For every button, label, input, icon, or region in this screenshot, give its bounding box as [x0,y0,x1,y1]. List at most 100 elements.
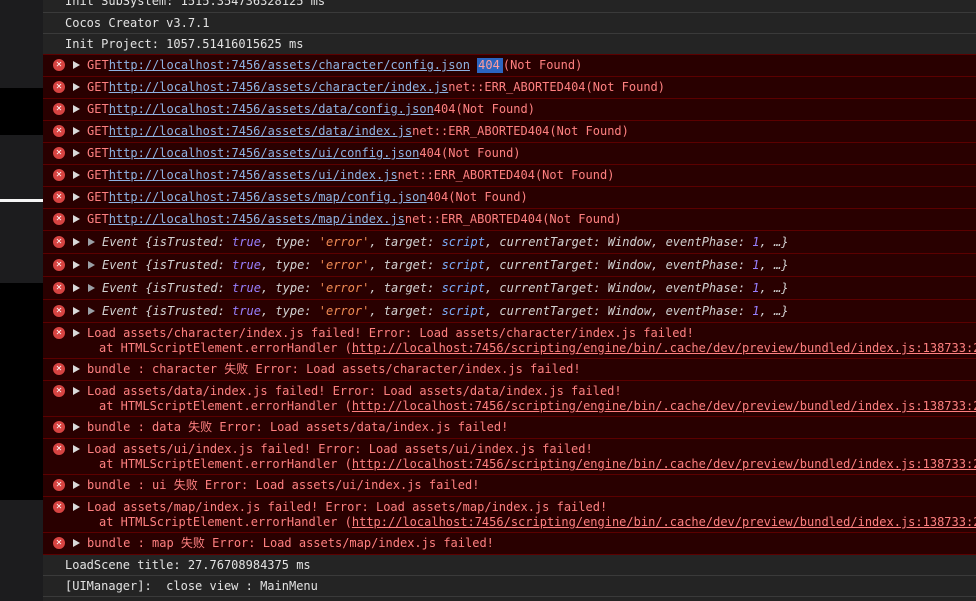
request-url-link[interactable]: http://localhost:7456/assets/map/index.j… [109,212,405,227]
expand-triangle-icon[interactable] [73,423,80,431]
event-token: , …} [759,258,789,272]
status-code: 404 [520,212,543,226]
request-url-link[interactable]: http://localhost:7456/assets/ui/config.j… [109,146,420,161]
stack-trace-line: at HTMLScriptElement.errorHandler (http:… [99,341,976,356]
event-token: , type: [260,258,319,272]
expand-triangle-icon[interactable] [73,387,80,395]
expand-triangle-icon[interactable] [73,127,80,135]
event-token: Event {isTrusted: [102,304,233,318]
request-url-link[interactable]: http://localhost:7456/assets/character/i… [109,80,449,95]
error-circle-x-icon: ✕ [53,59,65,71]
load-error-line1: Load assets/map/index.js failed! Error: … [87,500,608,514]
console-bundle-error-row: ✕ bundle : ui 失败 Error: Load assets/ui/in… [43,474,976,496]
expand-triangle-icon[interactable] [73,284,80,292]
console-info-text: Init SubSystem: 1515.354736328125 ms [65,0,326,8]
expand-triangle-icon[interactable] [73,149,80,157]
console-event-error-row: ✕ Event {isTrusted: true, type: 'error', … [43,276,976,299]
request-url-link[interactable]: http://localhost:7456/assets/character/c… [109,58,470,73]
console-info-text: [UIManager]: close view : MainMenu [65,579,318,593]
request-url-link[interactable]: http://localhost:7456/assets/ui/index.js [109,168,398,183]
expand-triangle-icon[interactable] [73,171,80,179]
game-viewport-strip [0,0,43,601]
request-url-link[interactable]: http://localhost:7456/assets/map/config.… [109,190,427,205]
object-expand-triangle-icon[interactable] [88,238,95,246]
stack-source-link[interactable]: http://localhost:7456/scripting/engine/b… [352,341,976,355]
error-message-lines: Load assets/character/index.js failed! E… [87,326,976,356]
event-token: , eventPhase: [651,258,753,272]
expand-triangle-icon[interactable] [73,365,80,373]
error-circle-x-icon: ✕ [53,259,65,271]
stack-source-link[interactable]: http://localhost:7456/scripting/engine/b… [352,515,976,529]
event-token: , currentTarget: [484,235,608,249]
event-token: , …} [759,281,789,295]
status-note: (Not Found) [448,190,528,204]
event-token: true [232,258,261,272]
console-row-gutter: ✕ [53,102,80,115]
expand-triangle-icon[interactable] [73,261,80,269]
status-code: 404 [419,146,442,160]
event-token: , type: [260,235,319,249]
expand-triangle-icon[interactable] [73,61,80,69]
error-circle-x-icon: ✕ [53,421,65,433]
event-token: 1 [752,235,760,249]
object-expand-triangle-icon[interactable] [88,284,95,292]
event-object-preview[interactable]: Event {isTrusted: true, type: 'error', t… [102,304,788,319]
error-circle-x-icon: ✕ [53,282,65,294]
expand-triangle-icon[interactable] [73,329,80,337]
expand-triangle-icon[interactable] [73,105,80,113]
expand-triangle-icon[interactable] [73,238,80,246]
expand-triangle-icon[interactable] [73,481,80,489]
expand-triangle-icon[interactable] [73,503,80,511]
event-token: , type: [260,304,319,318]
event-object-preview[interactable]: Event {isTrusted: true, type: 'error', t… [102,281,788,296]
error-circle-x-icon: ✕ [53,236,65,248]
expand-triangle-icon[interactable] [73,193,80,201]
request-method-label: GET [87,124,109,138]
stack-trace-line: at HTMLScriptElement.errorHandler (http:… [99,515,976,530]
event-token: , currentTarget: [484,281,608,295]
stack-trace-line: at HTMLScriptElement.errorHandler (http:… [99,457,976,472]
stack-source-link[interactable]: http://localhost:7456/scripting/engine/b… [352,457,976,471]
expand-triangle-icon[interactable] [73,445,80,453]
console-info-row: LoadScene title: 27.76708984375 ms [43,554,976,575]
error-circle-x-icon: ✕ [53,305,65,317]
stack-source-link[interactable]: http://localhost:7456/scripting/engine/b… [352,399,976,413]
network-error-code: net::ERR_ABORTED [448,80,564,94]
bundle-error-text: bundle : ui 失败 Error: Load assets/ui/ind… [87,478,480,492]
event-object-preview[interactable]: Event {isTrusted: true, type: 'error', t… [102,258,788,273]
event-token: true [232,281,261,295]
network-error-code: net::ERR_ABORTED [412,124,528,138]
request-url-link[interactable]: http://localhost:7456/assets/data/config… [109,102,434,117]
event-token: , currentTarget: [484,304,608,318]
event-token: 'error' [318,304,370,318]
event-token: script [441,235,485,249]
error-circle-x-icon: ✕ [53,213,65,225]
console-input-row[interactable]: ❯ [43,596,976,601]
error-circle-x-icon: ✕ [53,327,65,339]
status-code: 404 [426,190,449,204]
status-code: 404 [433,102,456,116]
object-expand-triangle-icon[interactable] [88,261,95,269]
game-viewport-white-divider [0,199,43,202]
expand-triangle-icon[interactable] [73,215,80,223]
status-note: (Not Found) [441,146,521,160]
request-url-link[interactable]: http://localhost:7456/assets/data/index.… [109,124,412,139]
request-method-label: GET [87,102,109,116]
console-network-error-row: ✕ GET http://localhost:7456/assets/data/in… [43,120,976,142]
expand-triangle-icon[interactable] [73,539,80,547]
stack-trace-line: at HTMLScriptElement.errorHandler (http:… [99,399,976,414]
expand-triangle-icon[interactable] [73,307,80,315]
console-row-gutter: ✕ [53,281,95,294]
error-circle-x-icon: ✕ [53,479,65,491]
bundle-error-text: bundle : character 失败 Error: Load assets… [87,362,581,376]
console-row-gutter: ✕ [53,500,80,513]
object-expand-triangle-icon[interactable] [88,307,95,315]
event-token: true [232,235,261,249]
console-info-row: Init SubSystem: 1515.354736328125 ms [43,0,976,12]
event-token: , target: [369,235,442,249]
event-token: Window [607,235,652,249]
event-object-preview[interactable]: Event {isTrusted: true, type: 'error', t… [102,235,788,250]
expand-triangle-icon[interactable] [73,83,80,91]
console-bundle-error-row: ✕ bundle : data 失败 Error: Load assets/dat… [43,416,976,438]
error-circle-x-icon: ✕ [53,363,65,375]
